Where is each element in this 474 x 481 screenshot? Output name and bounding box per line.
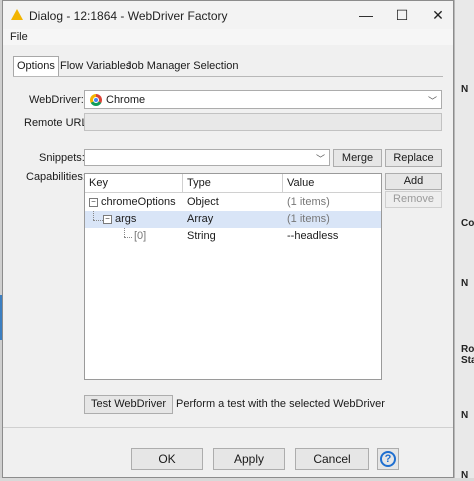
row-key: args bbox=[115, 213, 137, 225]
collapse-icon[interactable]: − bbox=[103, 215, 112, 224]
tree-connector bbox=[124, 237, 132, 238]
menu-file[interactable]: File bbox=[10, 31, 28, 43]
webdriver-select[interactable]: Chrome ﹀ bbox=[84, 90, 442, 109]
table-row[interactable]: [0] String --headless bbox=[85, 228, 381, 245]
row-type: Object bbox=[187, 196, 219, 208]
menu-bar: File bbox=[3, 29, 453, 45]
column-header-key[interactable]: Key bbox=[85, 174, 183, 193]
options-panel: WebDriver: Chrome ﹀ Remote URL: Snippets… bbox=[13, 76, 443, 424]
warning-icon bbox=[11, 9, 23, 20]
background-right-strip: N Co N Ro Sta N N bbox=[454, 0, 474, 481]
row-value: (1 items) bbox=[287, 213, 330, 225]
row-key: [0] bbox=[134, 230, 147, 242]
background-fragment: Sta bbox=[461, 355, 474, 366]
remove-button[interactable]: Remove bbox=[385, 191, 442, 208]
ok-button[interactable]: OK bbox=[131, 448, 203, 470]
test-webdriver-button[interactable]: Test WebDriver bbox=[84, 395, 173, 414]
dialog-window: Dialog - 12:1864 - WebDriver Factory — ☐… bbox=[2, 0, 454, 478]
capabilities-label: Capabilities: bbox=[26, 171, 86, 183]
chevron-down-icon: ﹀ bbox=[315, 154, 325, 164]
webdriver-label: WebDriver: bbox=[29, 94, 84, 106]
help-icon: ? bbox=[380, 451, 396, 467]
maximize-button[interactable]: ☐ bbox=[387, 5, 417, 25]
chevron-down-icon: ﹀ bbox=[427, 96, 437, 106]
row-type: Array bbox=[187, 213, 214, 225]
apply-button[interactable]: Apply bbox=[213, 448, 285, 470]
row-value: --headless bbox=[287, 230, 339, 242]
merge-button[interactable]: Merge bbox=[333, 149, 382, 167]
table-row[interactable]: − args Array (1 items) bbox=[85, 211, 381, 228]
background-fragment: N bbox=[461, 278, 469, 289]
tab-job-manager-selection[interactable]: Job Manager Selection bbox=[123, 57, 242, 76]
add-button[interactable]: Add bbox=[385, 173, 442, 190]
snippets-label: Snippets: bbox=[39, 152, 85, 164]
footer-divider bbox=[3, 427, 453, 428]
background-fragment: N bbox=[461, 410, 469, 421]
background-fragment: N bbox=[461, 84, 469, 95]
replace-button[interactable]: Replace bbox=[385, 149, 442, 167]
minimize-button[interactable]: — bbox=[351, 5, 381, 25]
collapse-icon[interactable]: − bbox=[89, 198, 98, 207]
title-bar[interactable]: Dialog - 12:1864 - WebDriver Factory — ☐… bbox=[3, 1, 453, 29]
tree-connector bbox=[124, 228, 125, 237]
remote-url-label: Remote URL: bbox=[24, 117, 91, 129]
chrome-icon bbox=[90, 94, 102, 106]
window-title: Dialog - 12:1864 - WebDriver Factory bbox=[29, 9, 228, 23]
webdriver-value: Chrome bbox=[106, 94, 146, 106]
tree-connector bbox=[93, 211, 94, 220]
tree-connector bbox=[93, 220, 103, 221]
close-button[interactable]: ✕ bbox=[423, 5, 453, 25]
column-header-value[interactable]: Value bbox=[283, 174, 381, 193]
capabilities-table[interactable]: Key Type Value − chromeOptions Object (1… bbox=[84, 173, 382, 380]
background-fragment: Ro bbox=[461, 344, 474, 355]
row-value: (1 items) bbox=[287, 196, 330, 208]
column-header-type[interactable]: Type bbox=[183, 174, 283, 193]
test-description: Perform a test with the selected WebDriv… bbox=[176, 398, 385, 410]
background-fragment: Co bbox=[461, 218, 474, 229]
tab-options[interactable]: Options bbox=[13, 56, 59, 78]
row-key: chromeOptions bbox=[101, 196, 176, 208]
help-button[interactable]: ? bbox=[377, 448, 399, 470]
cancel-button[interactable]: Cancel bbox=[295, 448, 369, 470]
remote-url-field[interactable] bbox=[84, 113, 442, 131]
background-fragment: N bbox=[461, 470, 469, 481]
snippets-select[interactable]: ﹀ bbox=[84, 149, 330, 166]
table-row[interactable]: − chromeOptions Object (1 items) bbox=[85, 194, 381, 211]
row-type: String bbox=[187, 230, 216, 242]
